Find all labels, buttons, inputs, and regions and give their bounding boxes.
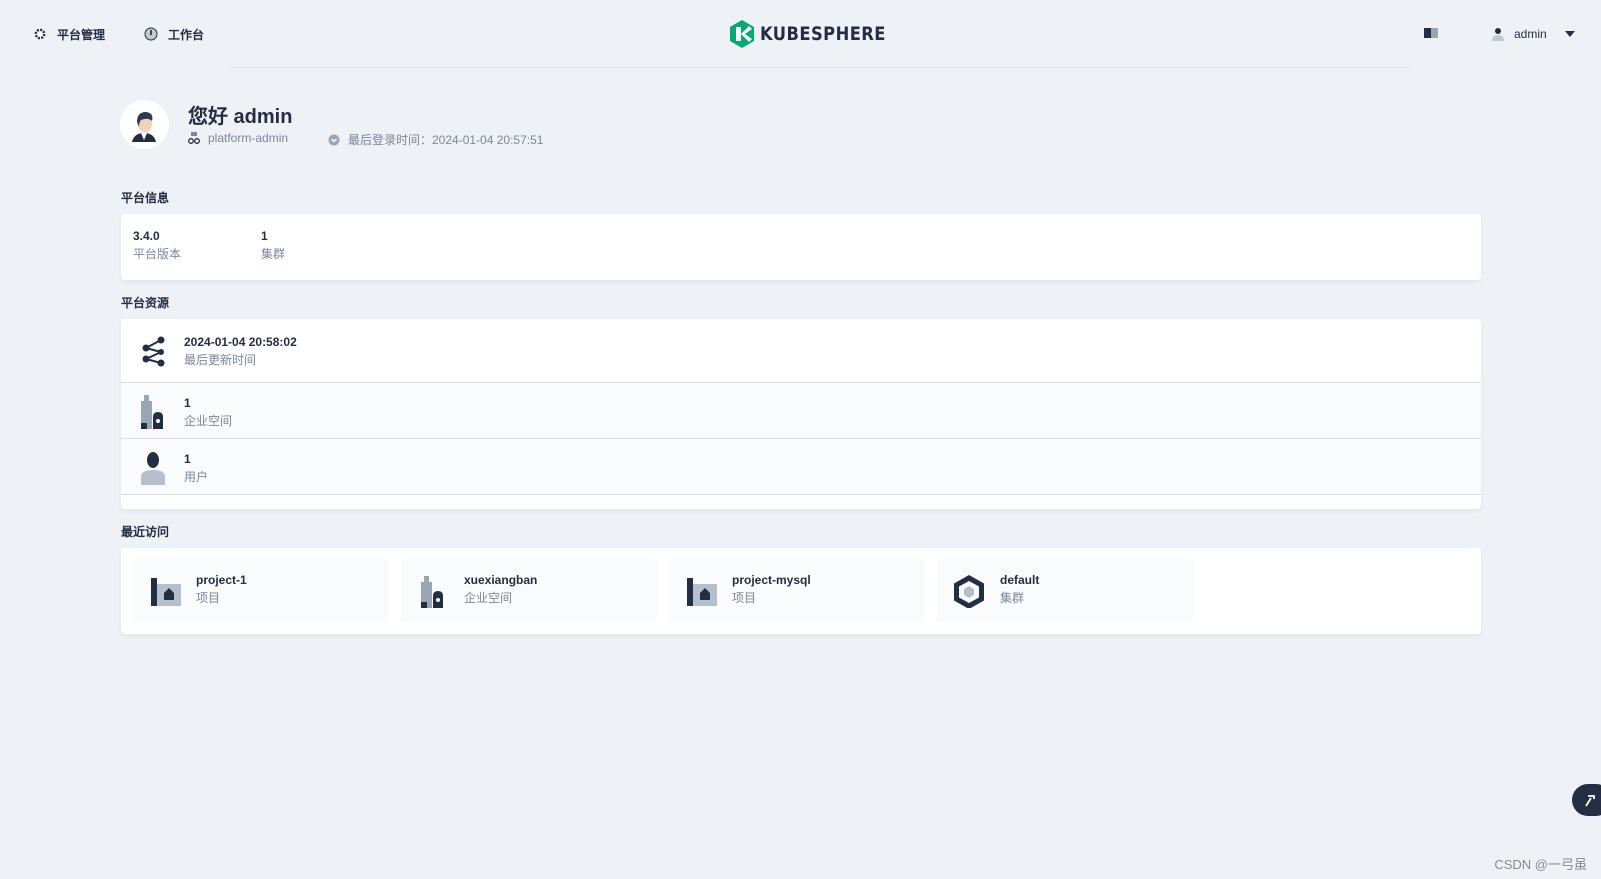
platform-resources-card: 2024-01-04 20:58:02 最后更新时间 1 企业空间 1 用户 (121, 319, 1481, 509)
recent-item-default[interactable]: default 集群 (937, 559, 1193, 622)
watermark: CSDN @一弓虽 (1494, 857, 1587, 872)
user-count-value: 1 (184, 452, 191, 466)
resource-row-updated: 2024-01-04 20:58:02 最后更新时间 (121, 319, 1481, 383)
recent-item-type: 企业空间 (464, 591, 513, 605)
greeting-title: 您好 admin (188, 106, 293, 128)
recent-item-name: xuexiangban (464, 573, 538, 587)
gear-icon (34, 28, 46, 40)
recent-item-type: 项目 (732, 591, 757, 605)
cluster-count-value: 1 (261, 229, 268, 243)
docs-button[interactable] (1424, 26, 1438, 44)
platform-management-label: 平台管理 (57, 27, 106, 42)
platform-management-button[interactable]: 平台管理 (33, 24, 105, 44)
dashboard-icon (144, 27, 158, 41)
resource-row-workspaces[interactable]: 1 企业空间 (121, 383, 1481, 439)
nav-divider (230, 67, 1410, 68)
profile-header: 您好 admin platform-admin 最后登录时间：2024-01-0… (120, 100, 720, 150)
user-menu[interactable]: admin (1492, 24, 1575, 44)
last-login-info: 最后登录时间：2024-01-04 20:57:51 (328, 131, 543, 148)
role-text: platform-admin (208, 131, 289, 145)
cluster-count-item: 1 集群 (261, 228, 285, 264)
cluster-count-label: 集群 (261, 247, 286, 261)
project-icon (151, 578, 181, 606)
recent-item-type: 项目 (196, 591, 221, 605)
workspace-count-value: 1 (184, 396, 191, 410)
role-info: platform-admin (188, 131, 288, 145)
project-icon (687, 578, 717, 606)
logo-text: KUBESPHERE (760, 23, 886, 45)
platform-info-card: 3.4.0 平台版本 1 集群 (121, 214, 1481, 280)
last-updated-value: 2024-01-04 20:58:02 (184, 335, 297, 349)
recent-item-project-1[interactable]: project-1 项目 (133, 559, 389, 622)
recent-item-xuexiangban[interactable]: xuexiangban 企业空间 (401, 559, 657, 622)
user-count-label: 用户 (184, 470, 209, 484)
username: admin (1514, 27, 1547, 41)
platform-version-label: 平台版本 (133, 247, 182, 261)
hammer-icon (1585, 795, 1595, 807)
kubesphere-logo-icon (730, 20, 754, 48)
recent-item-name: project-mysql (732, 573, 811, 587)
recent-item-project-mysql[interactable]: project-mysql 项目 (669, 559, 925, 622)
avatar (120, 100, 169, 149)
workspace-icon (421, 576, 443, 608)
clock-icon (328, 134, 340, 145)
cluster-icon (954, 575, 984, 608)
top-navigation: 平台管理 工作台 KUBESPHERE admin (0, 0, 1601, 68)
last-login-text: 最后登录时间：2024-01-04 20:57:51 (348, 133, 544, 147)
role-icon (188, 132, 200, 144)
platform-resources-title: 平台资源 (121, 296, 170, 310)
last-updated-label: 最后更新时间 (184, 353, 257, 367)
avatar-image (120, 100, 169, 149)
user-icon (1492, 28, 1504, 41)
share-icon (142, 336, 165, 367)
recent-visits-title: 最近访问 (121, 525, 170, 539)
recent-visits-card: project-1 项目 xuexiangban 企业空间 project-my… (121, 548, 1481, 634)
workspace-count-label: 企业空间 (184, 414, 233, 428)
workbench-button[interactable]: 工作台 (144, 24, 204, 44)
user-icon (141, 452, 165, 485)
toolbox-button[interactable] (1572, 784, 1601, 816)
caret-down-icon (1564, 31, 1575, 37)
platform-info-title: 平台信息 (121, 191, 170, 205)
recent-item-name: default (1000, 573, 1040, 587)
recent-item-type: 集群 (1000, 591, 1025, 605)
kubesphere-logo[interactable]: KUBESPHERE (730, 18, 906, 50)
workbench-label: 工作台 (168, 27, 205, 42)
platform-version-value: 3.4.0 (133, 229, 160, 243)
recent-item-name: project-1 (196, 573, 247, 587)
book-icon (1424, 28, 1438, 38)
resource-row-users[interactable]: 1 用户 (121, 439, 1481, 495)
platform-version-item: 3.4.0 平台版本 (133, 228, 181, 264)
workspace-icon (141, 395, 163, 429)
